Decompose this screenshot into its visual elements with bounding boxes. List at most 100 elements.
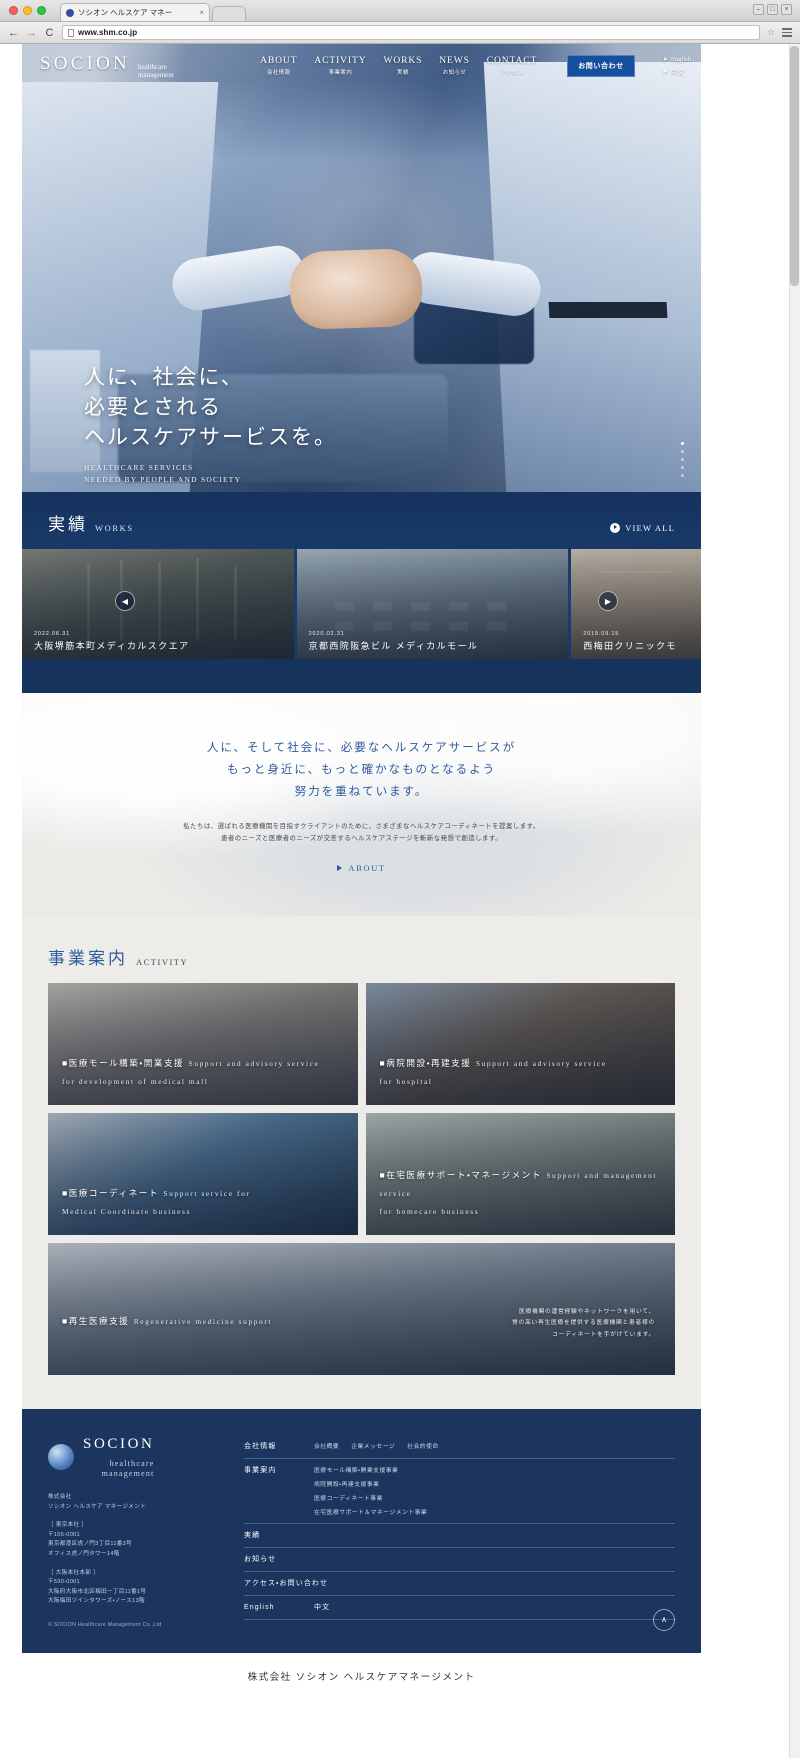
caption-text: 株式会社 ソシオン ヘルスケアマネージメント bbox=[247, 1671, 476, 1683]
copyright: © SOCION Healthcare Management Co.,Ltd bbox=[48, 1621, 162, 1628]
activity-card-regenerative[interactable]: ■再生医療支援 Regenerative medicine support 医療… bbox=[48, 1243, 675, 1375]
forward-icon[interactable]: → bbox=[26, 27, 37, 39]
footer-link[interactable]: 在宅医療サポート＆マネージメント事業 bbox=[314, 1507, 427, 1516]
nav-item-contact[interactable]: CONTACT アクセス bbox=[487, 56, 537, 76]
new-tab-button[interactable] bbox=[212, 6, 246, 21]
activity-card-text: ■医療モール構築・開業支援 Support and advisory servi… bbox=[62, 1053, 319, 1089]
footer-language-english[interactable]: English bbox=[244, 1604, 300, 1611]
slider-dot[interactable] bbox=[681, 442, 684, 445]
tokyo-zip: 〒105-0001 bbox=[48, 1531, 80, 1538]
slider-dot[interactable] bbox=[681, 474, 684, 477]
slider-dot[interactable] bbox=[681, 466, 684, 469]
activity-card-hospital[interactable]: ■病院開設・再建支援 Support and advisory service … bbox=[365, 983, 675, 1105]
minimize-window-button[interactable] bbox=[23, 6, 32, 15]
contact-button[interactable]: お問い合わせ bbox=[567, 55, 635, 77]
close-window-button[interactable] bbox=[9, 6, 18, 15]
works-card[interactable]: 2020.02.31 京都西院阪急ビル メディカルモール bbox=[296, 549, 569, 659]
footer-link[interactable]: 企業メッセージ bbox=[351, 1441, 395, 1450]
footer-link[interactable]: 会社概要 bbox=[314, 1441, 339, 1450]
window-traffic-lights[interactable] bbox=[9, 6, 46, 15]
activity-card-medical-mall[interactable]: ■医療モール構築・開業支援 Support and advisory servi… bbox=[48, 983, 358, 1105]
works-header: 実績 WORKS VIEW ALL bbox=[22, 510, 701, 535]
works-card-date: 2022.06.31 bbox=[34, 631, 70, 637]
footer-link[interactable]: 医療モール構築・開業支援事業 bbox=[314, 1465, 427, 1474]
carousel-prev-button[interactable]: ◀ bbox=[115, 591, 135, 611]
footer-category-label[interactable]: 事業案内 bbox=[244, 1465, 300, 1475]
url-text: www.shm.co.jp bbox=[78, 28, 138, 37]
activity-card-title: ■医療コーディネート bbox=[62, 1188, 159, 1198]
footer-link[interactable]: 社会的使命 bbox=[407, 1441, 439, 1450]
footer-link[interactable]: 医療コーディネート事業 bbox=[314, 1493, 427, 1502]
footer-row-access: アクセス・お問い合わせ bbox=[244, 1572, 675, 1596]
activity-header: 事業案内 ACTIVITY bbox=[22, 944, 701, 969]
activity-card-title: ■病院開設・再建支援 bbox=[379, 1058, 472, 1068]
reload-icon[interactable]: C bbox=[44, 27, 55, 39]
footer-row-news: お知らせ bbox=[244, 1548, 675, 1572]
footer-logo[interactable]: SOCION healthcare management bbox=[48, 1435, 218, 1479]
logo-subtitle: healthcare management bbox=[138, 63, 174, 80]
footer-link-group: 医療モール構築・開業支援事業 病院開設・再建支援事業 医療コーディネート事業 在… bbox=[314, 1465, 427, 1516]
bookmark-star-icon[interactable]: ☆ bbox=[767, 27, 775, 38]
activity-card-description-line1: 医療機関の運営経験やネットワークを用いて、 bbox=[519, 1308, 655, 1315]
footer-language-chinese[interactable]: 中文 bbox=[314, 1602, 370, 1612]
footer-row-language: English 中文 bbox=[244, 1596, 675, 1620]
activity-card-subtitle-line2: Medical Coordinate business bbox=[62, 1207, 191, 1216]
footer-category-label[interactable]: 実績 bbox=[244, 1530, 300, 1540]
language-link-english[interactable]: ➤ English bbox=[663, 56, 691, 63]
footer-link-group: 会社概要 企業メッセージ 社会的使命 bbox=[314, 1441, 439, 1450]
about-button[interactable]: ABOUT bbox=[337, 863, 385, 873]
address-bar[interactable]: www.shm.co.jp bbox=[62, 25, 760, 40]
footer-category-label[interactable]: お知らせ bbox=[244, 1554, 300, 1564]
footer-category-label[interactable]: 会社情報 bbox=[244, 1441, 300, 1451]
footer-link[interactable]: 病院開設・再建支援事業 bbox=[314, 1479, 427, 1488]
footer-row-works: 実績 bbox=[244, 1524, 675, 1548]
favicon-icon bbox=[66, 8, 74, 17]
language-label: English bbox=[670, 56, 691, 63]
activity-card-homecare[interactable]: ■在宅医療サポート・マネージメント Support and management… bbox=[365, 1113, 675, 1235]
scroll-to-top-button[interactable]: ∧ bbox=[653, 1608, 675, 1631]
back-icon[interactable]: ← bbox=[8, 27, 19, 39]
nav-item-news[interactable]: NEWS お知らせ bbox=[439, 56, 470, 76]
works-card[interactable]: 2022.06.31 大阪堺筋本町メディカルスクエア bbox=[22, 549, 294, 659]
hero-headline-line3: ヘルスケアサービスを。 bbox=[84, 425, 337, 449]
close-icon[interactable]: × bbox=[781, 4, 792, 15]
nav-item-activity[interactable]: ACTIVITY 事業案内 bbox=[314, 56, 366, 76]
logo-subtitle-line2: management bbox=[137, 71, 174, 79]
hero-slider-dots[interactable] bbox=[681, 442, 684, 477]
company-name-line1: 株式会社 bbox=[48, 1494, 72, 1500]
company-name-line2: ソシオン ヘルスケア マネージメント bbox=[48, 1503, 146, 1510]
nav-item-about[interactable]: ABOUT 会社情報 bbox=[260, 56, 297, 76]
close-icon[interactable]: × bbox=[199, 8, 204, 17]
minimize-icon[interactable]: – bbox=[753, 4, 764, 15]
activity-card-coordinate[interactable]: ■医療コーディネート Support service for Medical C… bbox=[48, 1113, 358, 1235]
browser-tab[interactable]: ソシオン ヘルスケア マネー × bbox=[60, 3, 210, 21]
browser-menu-icon[interactable] bbox=[782, 28, 792, 37]
footer-logo-subtitle-line1: healthcare bbox=[109, 1459, 155, 1468]
works-card[interactable]: 2019.09.15 西梅田クリニックモ bbox=[571, 549, 701, 659]
view-all-label: VIEW ALL bbox=[625, 523, 675, 533]
window-controls[interactable]: – □ × bbox=[753, 4, 792, 15]
hero-headline: 人に、社会に、 必要とされる ヘルスケアサービスを。 bbox=[84, 362, 337, 452]
activity-grid: ■医療モール構築・開業支援 Support and advisory servi… bbox=[22, 983, 701, 1375]
site-logo[interactable]: SOCION healthcare management bbox=[40, 53, 174, 80]
maximize-icon[interactable]: □ bbox=[767, 4, 778, 15]
slider-dot[interactable] bbox=[681, 450, 684, 453]
page-scrollbar[interactable] bbox=[789, 44, 800, 1758]
carousel-next-button[interactable]: ▶ bbox=[598, 591, 618, 611]
works-card-title: 大阪堺筋本町メディカルスクエア bbox=[34, 641, 190, 651]
works-carousel[interactable]: 2022.06.31 大阪堺筋本町メディカルスクエア 2020.02.31 京都… bbox=[22, 549, 701, 659]
footer-row-activity: 事業案内 医療モール構築・開業支援事業 病院開設・再建支援事業 医療コーディネー… bbox=[244, 1459, 675, 1524]
nav-label-en: CONTACT bbox=[486, 56, 538, 67]
zoom-window-button[interactable] bbox=[37, 6, 46, 15]
view-all-button[interactable]: VIEW ALL bbox=[610, 523, 675, 533]
activity-card-text: ■医療コーディネート Support service for Medical C… bbox=[62, 1183, 250, 1219]
footer-category-label[interactable]: アクセス・お問い合わせ bbox=[244, 1578, 328, 1588]
nav-item-works[interactable]: WORKS 実績 bbox=[383, 56, 422, 76]
nav-label-en: NEWS bbox=[439, 56, 470, 67]
scrollbar-thumb[interactable] bbox=[790, 46, 799, 286]
hero-copy: 人に、社会に、 必要とされる ヘルスケアサービスを。 HEALTHCARE SE… bbox=[84, 362, 337, 485]
language-link-chinese[interactable]: ➤ 中文 bbox=[663, 66, 691, 77]
osaka-office: ［ 大阪本社本部 ］ 〒530-0001 大阪府大阪市北区梅田一丁目11番1号 … bbox=[48, 1569, 218, 1607]
hero-headline-line1: 人に、社会に、 bbox=[84, 365, 244, 389]
slider-dot[interactable] bbox=[681, 458, 684, 461]
